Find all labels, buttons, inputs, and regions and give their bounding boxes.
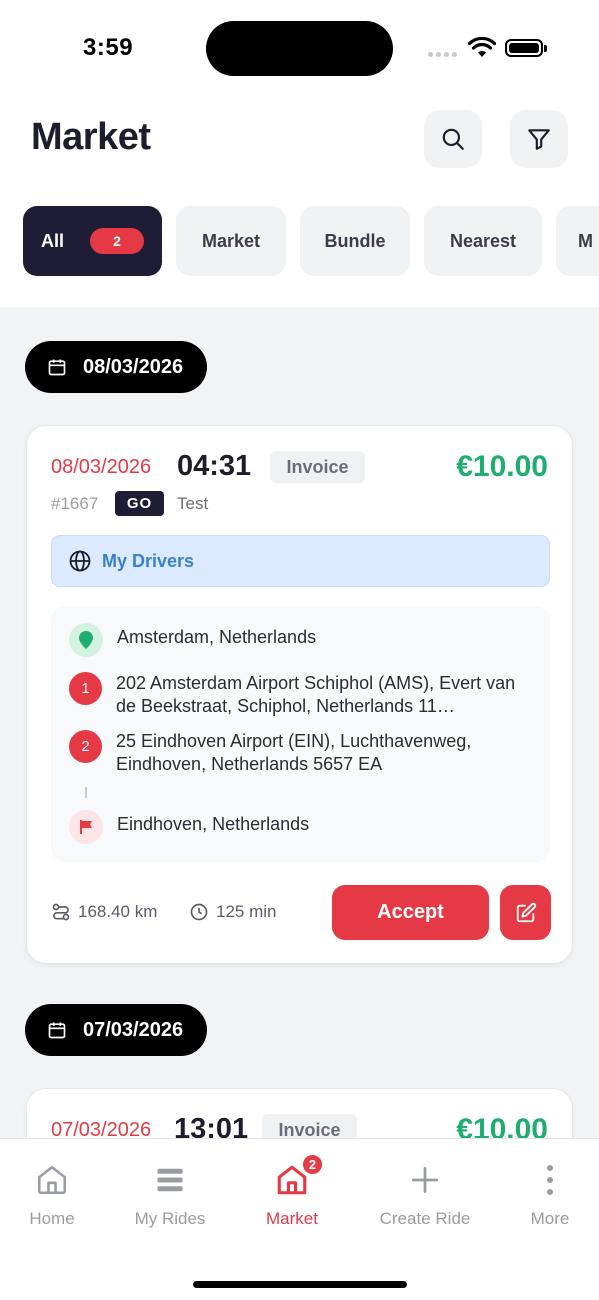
stop-address: 25 Eindhoven Airport (EIN), Luchthavenwe… bbox=[116, 731, 472, 774]
status-bar: 3:59 bbox=[0, 0, 599, 96]
date-group-label: 08/03/2026 bbox=[83, 355, 184, 378]
ride-card[interactable]: 08/03/2026 04:31 Invoice €10.00 #1667 GO… bbox=[26, 425, 573, 964]
tab-label: My Rides bbox=[134, 1209, 206, 1228]
globe-icon bbox=[69, 550, 91, 572]
home-icon bbox=[37, 1165, 67, 1195]
chip-label: Bundle bbox=[324, 230, 386, 251]
dropoff-marker bbox=[69, 810, 103, 844]
chip-bundle[interactable]: Bundle bbox=[300, 206, 410, 276]
intermediate-stop: 2 25 Eindhoven Airport (EIN), Luchthaven… bbox=[69, 730, 536, 776]
battery-icon bbox=[505, 39, 547, 57]
search-icon bbox=[442, 128, 464, 150]
tab-create-ride[interactable]: Create Ride bbox=[370, 1159, 480, 1229]
clock-icon bbox=[190, 903, 208, 921]
stop-number: 2 bbox=[69, 730, 102, 763]
ride-card[interactable]: 07/03/2026 13:01 Invoice €10.00 bbox=[26, 1088, 573, 1138]
chip-count-badge: 2 bbox=[90, 228, 144, 254]
ride-distance: 168.40 km bbox=[51, 902, 157, 922]
tab-badge: 2 bbox=[301, 1153, 324, 1176]
ride-duration: 125 min bbox=[189, 902, 276, 922]
ride-price: €10.00 bbox=[456, 450, 548, 483]
filter-button[interactable] bbox=[510, 110, 568, 168]
chip-market[interactable]: Market bbox=[176, 206, 286, 276]
dropoff-address: Eindhoven, Netherlands bbox=[117, 814, 310, 834]
ride-date: 07/03/2026 bbox=[51, 1119, 152, 1138]
accept-button[interactable]: Accept bbox=[332, 885, 489, 940]
chip-all[interactable]: All 2 bbox=[23, 206, 162, 276]
location-pin-icon bbox=[79, 631, 93, 649]
dropoff-stop: Eindhoven, Netherlands bbox=[69, 810, 537, 844]
status-time: 3:59 bbox=[83, 34, 134, 61]
stop-number: 1 bbox=[69, 672, 102, 705]
tab-label: Home bbox=[29, 1209, 75, 1228]
duration-value: 125 min bbox=[216, 902, 277, 921]
chip-label: Market bbox=[201, 230, 261, 251]
edit-button[interactable] bbox=[500, 885, 551, 940]
calendar-icon bbox=[48, 359, 66, 376]
route-details: Amsterdam, Netherlands 1 202 Amsterdam A… bbox=[51, 606, 550, 862]
calendar-icon bbox=[48, 1022, 66, 1039]
tab-home[interactable]: Home bbox=[0, 1159, 107, 1229]
tab-my-rides[interactable]: My Rides bbox=[115, 1159, 225, 1229]
plus-icon bbox=[411, 1166, 439, 1194]
ride-id: #1667 bbox=[51, 494, 99, 513]
flag-icon bbox=[80, 820, 92, 834]
chip-nearest[interactable]: Nearest bbox=[424, 206, 542, 276]
visibility-banner: My Drivers bbox=[51, 535, 550, 587]
ride-price: €10.00 bbox=[456, 1113, 548, 1138]
wifi-icon bbox=[468, 37, 496, 57]
stop-address: 202 Amsterdam Airport Schiphol (AMS), Ev… bbox=[116, 673, 516, 716]
cellular-signal-icon bbox=[428, 52, 458, 58]
ride-date: 08/03/2026 bbox=[51, 456, 152, 478]
more-icon bbox=[547, 1165, 553, 1195]
pickup-address: Amsterdam, Netherlands bbox=[117, 627, 317, 647]
date-group-label: 07/03/2026 bbox=[83, 1018, 184, 1041]
funnel-icon bbox=[528, 129, 550, 150]
date-group-header: 07/03/2026 bbox=[25, 1004, 208, 1056]
dynamic-island bbox=[206, 21, 393, 76]
chip-label: Nearest bbox=[449, 230, 517, 251]
filter-chips: All 2 Market Bundle Nearest M bbox=[23, 206, 599, 276]
ride-list[interactable]: 08/03/2026 08/03/2026 04:31 Invoice €10.… bbox=[0, 307, 599, 1138]
page-title: Market bbox=[31, 116, 151, 158]
pickup-stop: Amsterdam, Netherlands bbox=[69, 623, 537, 657]
distance-value: 168.40 km bbox=[78, 902, 158, 921]
bottom-tab-bar: Home My Rides 2 Market Create Ride More bbox=[0, 1138, 599, 1300]
chip-more-partial[interactable]: M bbox=[556, 206, 599, 276]
route-connector bbox=[85, 787, 87, 798]
chip-label: M bbox=[578, 230, 593, 251]
ride-time: 13:01 bbox=[174, 1113, 249, 1138]
intermediate-stop: 1 202 Amsterdam Airport Schiphol (AMS), … bbox=[69, 672, 536, 718]
search-button[interactable] bbox=[424, 110, 482, 168]
chip-label: All bbox=[40, 230, 64, 251]
edit-icon bbox=[516, 902, 536, 922]
tab-label: Market bbox=[266, 1209, 318, 1228]
date-group-header: 08/03/2026 bbox=[25, 341, 208, 393]
ride-time: 04:31 bbox=[177, 450, 252, 482]
ride-note: Test bbox=[177, 494, 209, 513]
invoice-tag: Invoice bbox=[262, 1114, 357, 1138]
tab-more[interactable]: More bbox=[495, 1159, 599, 1229]
visibility-label: My Drivers bbox=[102, 550, 195, 571]
route-icon bbox=[52, 903, 70, 921]
tab-label: Create Ride bbox=[379, 1209, 471, 1228]
tab-market[interactable]: 2 Market bbox=[237, 1153, 347, 1229]
pickup-marker bbox=[69, 623, 103, 657]
list-icon bbox=[157, 1168, 183, 1192]
home-indicator bbox=[193, 1281, 407, 1288]
invoice-tag: Invoice bbox=[270, 451, 365, 483]
ride-type-tag: GO bbox=[115, 491, 164, 516]
tab-label: More bbox=[530, 1209, 570, 1228]
